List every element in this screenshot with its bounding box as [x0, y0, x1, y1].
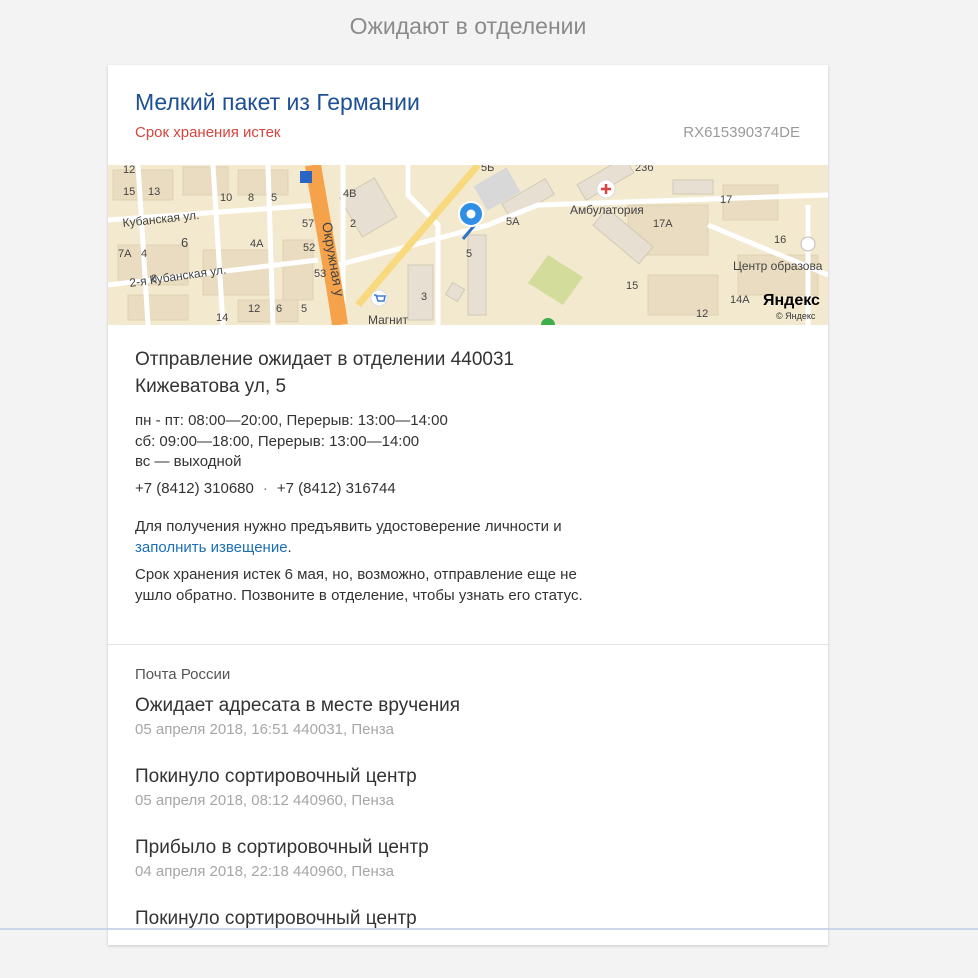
- history-event: Ожидает адресата в месте вручения 05 апр…: [135, 694, 795, 765]
- id-requirement: Для получения нужно предъявить удостовер…: [135, 518, 562, 556]
- place-label-magnit: Магнит: [368, 313, 409, 325]
- history-event: Прибыло в сортировочный центр 04 апреля …: [135, 836, 795, 907]
- section-divider: [108, 644, 828, 645]
- svg-text:2: 2: [350, 218, 356, 230]
- svg-text:8: 8: [248, 192, 254, 204]
- storage-expired-text: Срок хранения истек 6 мая, но, возможно,…: [135, 566, 583, 604]
- svg-text:12: 12: [696, 308, 708, 320]
- phone-link-2[interactable]: +7 (8412) 316744: [277, 480, 396, 497]
- map-copyright: © Яндекс: [776, 311, 816, 321]
- svg-text:5Б: 5Б: [481, 165, 494, 174]
- event-title: Покинуло сортировочный центр: [135, 766, 417, 787]
- svg-text:10: 10: [220, 192, 232, 204]
- office-hours: пн - пт: 08:00—20:00, Перерыв: 13:00—14:…: [135, 411, 735, 473]
- tracking-history: Ожидает адресата в месте вручения 05 апр…: [135, 694, 795, 978]
- svg-text:13: 13: [148, 186, 160, 198]
- svg-text:6: 6: [276, 303, 282, 315]
- place-label-clinic: Амбулатория: [570, 203, 644, 217]
- svg-text:15: 15: [123, 186, 135, 198]
- svg-text:3: 3: [421, 291, 427, 303]
- svg-text:16: 16: [774, 234, 786, 246]
- svg-text:23б: 23б: [635, 165, 654, 174]
- history-event: Покинуло сортировочный центр: [135, 907, 795, 978]
- svg-text:12: 12: [248, 303, 260, 315]
- hours-weekdays: пн - пт: 08:00—20:00, Перерыв: 13:00—14:…: [135, 412, 448, 429]
- pickup-notice: Для получения нужно предъявить удостовер…: [135, 516, 595, 612]
- office-address: Кижеватова ул, 5: [135, 376, 287, 397]
- svg-text:6: 6: [181, 235, 188, 250]
- parcel-title[interactable]: Мелкий пакет из Германии: [135, 89, 420, 116]
- parcel-card: Мелкий пакет из Германии Срок хранения и…: [108, 65, 828, 945]
- carrier-name: Почта России: [135, 666, 231, 683]
- place-label-center: Центр образова: [733, 259, 823, 273]
- track-number: RX615390374DE: [683, 124, 800, 141]
- svg-text:5А: 5А: [506, 216, 520, 228]
- map-canvas: 12 15 13 10 8 5 4В 5Б 23б 17 17А 16 14А …: [108, 165, 828, 325]
- svg-text:57: 57: [302, 218, 314, 230]
- svg-text:53: 53: [314, 268, 326, 280]
- svg-text:4А: 4А: [250, 238, 264, 250]
- transport-stop-icon: [300, 171, 312, 183]
- svg-text:4: 4: [141, 248, 147, 260]
- event-meta: 04 апреля 2018, 22:18 440960, Пенза: [135, 863, 394, 880]
- svg-text:17: 17: [720, 194, 732, 206]
- hours-sunday: вс — выходной: [135, 453, 242, 470]
- event-meta: 05 апреля 2018, 08:12 440960, Пенза: [135, 792, 394, 809]
- storage-status: Срок хранения истек: [135, 124, 281, 141]
- svg-text:5: 5: [301, 303, 307, 315]
- svg-text:4В: 4В: [343, 188, 356, 200]
- yandex-logo: Яндекс: [763, 292, 820, 309]
- svg-text:15: 15: [626, 280, 638, 292]
- office-phones: +7 (8412) 310680 · +7 (8412) 316744: [135, 480, 735, 497]
- svg-text:7А: 7А: [118, 248, 132, 260]
- svg-text:5: 5: [271, 192, 277, 204]
- fill-notice-link[interactable]: заполнить извещение: [135, 539, 288, 556]
- office-info: Отправление ожидает в отделении 440031 К…: [135, 346, 735, 497]
- map-house-number: 12: [123, 165, 135, 176]
- event-meta: 05 апреля 2018, 16:51 440031, Пенза: [135, 721, 394, 738]
- page-title: Ожидают в отделении: [349, 13, 587, 39]
- event-title: Ожидает адресата в месте вручения: [135, 695, 461, 716]
- office-map[interactable]: 12 15 13 10 8 5 4В 5Б 23б 17 17А 16 14А …: [108, 165, 828, 325]
- phone-link-1[interactable]: +7 (8412) 310680: [135, 480, 254, 497]
- svg-text:52: 52: [303, 242, 315, 254]
- history-event: Покинуло сортировочный центр 05 апреля 2…: [135, 765, 795, 836]
- event-title: Прибыло в сортировочный центр: [135, 837, 429, 858]
- svg-text:14А: 14А: [730, 294, 750, 306]
- hours-saturday: сб: 09:00—18:00, Перерыв: 13:00—14:00: [135, 432, 420, 450]
- education-icon: [800, 236, 816, 252]
- phone-separator: ·: [262, 479, 268, 497]
- svg-text:5: 5: [466, 248, 472, 260]
- svg-text:14: 14: [216, 312, 228, 324]
- office-status: Отправление ожидает в отделении 440031: [135, 349, 515, 370]
- svg-text:17А: 17А: [653, 218, 673, 230]
